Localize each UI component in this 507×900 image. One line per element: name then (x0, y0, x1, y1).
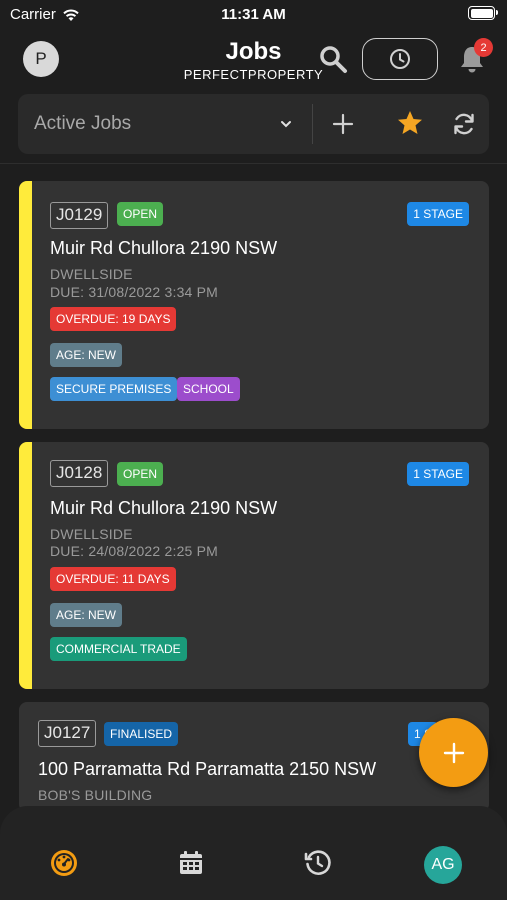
clock-time: 11:31 AM (221, 6, 286, 23)
filter-bar: Active Jobs (18, 94, 489, 154)
job-id: J0128 (50, 460, 109, 487)
tag-badge: COMMERCIAL TRADE (50, 637, 187, 661)
overdue-badge: OVERDUE: 11 DAYS (50, 567, 176, 591)
job-address: Muir Rd Chullora 2190 NSW (50, 238, 278, 258)
divider (0, 163, 507, 164)
overdue-badge: OVERDUE: 19 DAYS (50, 307, 177, 331)
star-icon[interactable] (395, 108, 425, 138)
calendar-icon[interactable] (176, 848, 206, 878)
client-name: BOB'S BUILDING (38, 787, 153, 803)
age-badge: AGE: NEW (50, 603, 123, 627)
tag-badge: SCHOOL (177, 377, 240, 401)
age-badge: AGE: NEW (50, 343, 123, 367)
priority-accent (19, 442, 32, 689)
plus-icon (443, 742, 464, 763)
clock-icon (390, 49, 410, 69)
status-badge: FINALISED (104, 722, 179, 746)
job-id: J0127 (38, 720, 97, 747)
job-filter-select[interactable]: Active Jobs (34, 113, 131, 135)
job-address: Muir Rd Chullora 2190 NSW (50, 498, 278, 518)
bottom-nav: AG (0, 806, 507, 900)
job-id: J0129 (50, 202, 109, 229)
divider (312, 104, 313, 144)
client-name: DWELLSIDE (50, 266, 133, 282)
user-avatar[interactable]: AG (424, 846, 462, 884)
add-job-button[interactable] (419, 718, 488, 787)
notification-badge: 2 (474, 38, 493, 57)
job-card[interactable]: J0128 OPEN 1 STAGE Muir Rd Chullora 2190… (19, 442, 489, 689)
chevron-down-icon[interactable] (278, 116, 294, 132)
priority-accent (19, 181, 32, 429)
job-address: 100 Parramatta Rd Parramatta 2150 NSW (38, 759, 377, 779)
client-name: DWELLSIDE (50, 526, 133, 542)
app-header: P Jobs PERFECTPROPERTY 2 (0, 28, 507, 90)
due-date: DUE: 31/08/2022 3:34 PM (50, 284, 219, 300)
status-bar: Carrier 11:31 AM (0, 0, 507, 28)
add-icon[interactable] (329, 110, 357, 138)
stage-badge: 1 STAGE (407, 462, 469, 486)
dashboard-icon[interactable] (49, 848, 79, 878)
refresh-icon[interactable] (450, 110, 478, 138)
search-icon[interactable] (318, 44, 348, 74)
job-card[interactable]: J0129 OPEN 1 STAGE Muir Rd Chullora 2190… (19, 181, 489, 429)
battery-icon (468, 6, 498, 20)
due-date: DUE: 24/08/2022 2:25 PM (50, 543, 219, 559)
profile-avatar[interactable]: P (23, 41, 59, 77)
history-icon[interactable] (303, 848, 333, 878)
status-badge: OPEN (117, 462, 164, 486)
stage-badge: 1 STAGE (407, 202, 469, 226)
tag-badge: SECURE PREMISES (50, 377, 178, 401)
status-badge: OPEN (117, 202, 164, 226)
timesheet-button[interactable] (362, 38, 438, 80)
